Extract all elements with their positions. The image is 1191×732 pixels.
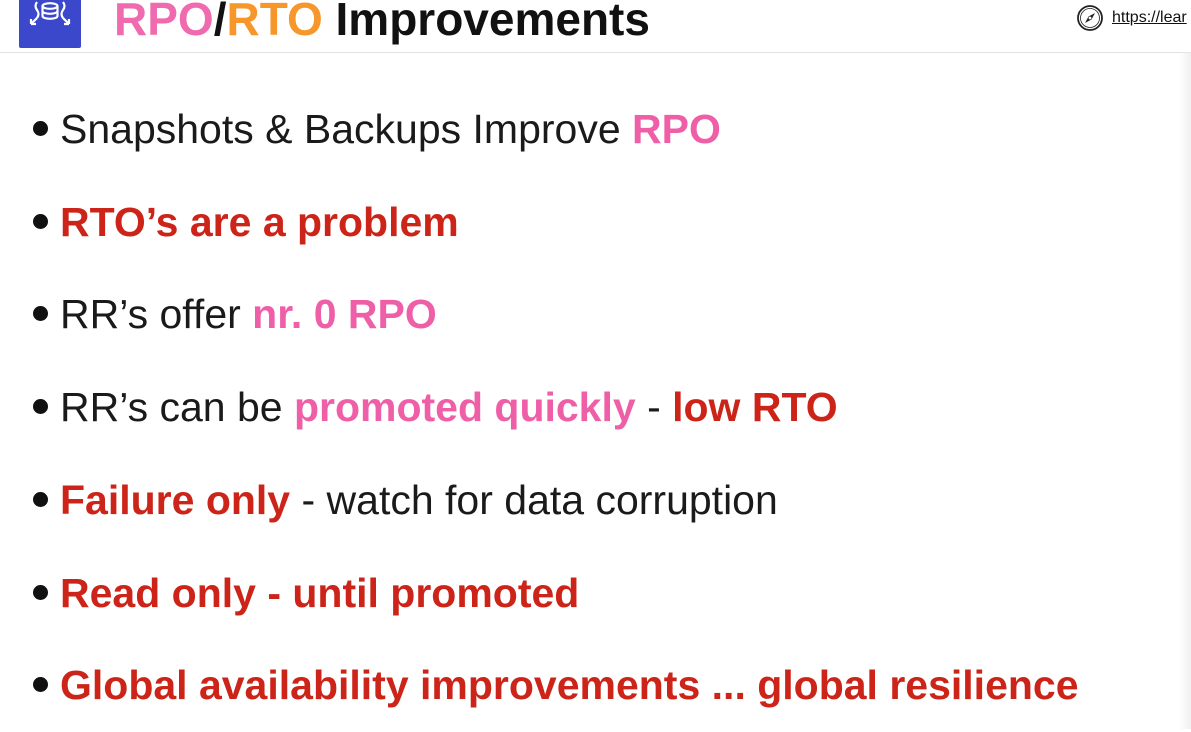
bullet-segment: nr. 0 RPO	[252, 291, 437, 338]
bullet-segment: low RTO	[672, 384, 838, 431]
bullet-dot	[33, 677, 48, 693]
bullet-text: RR’s can be promoted quickly - low RTO	[60, 380, 838, 434]
title-rpo: RPO	[114, 0, 214, 45]
url-text[interactable]: https://lear	[1112, 9, 1187, 27]
bullet-segment: RR’s can be	[60, 384, 294, 431]
bullet-text: RTO’s are a problem	[60, 195, 459, 249]
title-rto: RTO	[226, 0, 323, 45]
bullet-text: Snapshots & Backups Improve RPO	[60, 102, 721, 156]
bullet-segment: RR’s offer	[60, 291, 253, 338]
bullet-segment: Snapshots & Backups Improve	[60, 106, 633, 152]
bullet-segment: - watch for data corruption	[290, 476, 778, 523]
url-link[interactable]: https://lear	[1076, 3, 1187, 33]
bullet-text: Global availability improvements ... glo…	[60, 658, 1079, 712]
title-improvements: Improvements	[322, 0, 650, 45]
rds-database-icon	[19, 0, 81, 48]
bullet-dot	[33, 584, 48, 600]
bullet-text: Failure only - watch for data corruption	[60, 473, 778, 527]
bullet-dot	[33, 399, 48, 415]
bullet-segment: Global availability improvements ... glo…	[60, 662, 1079, 709]
bullet-dot	[33, 491, 48, 507]
bullet-segment: RPO	[632, 106, 721, 152]
bullet-text: Read only - until promoted	[60, 566, 579, 620]
bullet-text: RR’s offer nr. 0 RPO	[60, 287, 437, 341]
title-slash: /	[213, 0, 227, 45]
bullet-dot	[33, 121, 48, 136]
bullet-segment: Failure only	[60, 476, 291, 523]
bullet-dot	[33, 306, 48, 322]
slide-title: RPO/RTO Improvements	[114, 0, 650, 50]
slide-header: RPO/RTO Improvements https://lear	[0, 0, 1191, 53]
bullet-segment: Read only - until promoted	[60, 569, 580, 616]
edge-shadow	[1179, 52, 1191, 729]
bullet-segment: -	[635, 384, 673, 431]
bullet-dot	[33, 213, 48, 229]
compass-icon	[1076, 4, 1104, 32]
bullet-segment: promoted quickly	[293, 384, 636, 431]
bullet-segment: RTO’s are a problem	[60, 198, 459, 245]
